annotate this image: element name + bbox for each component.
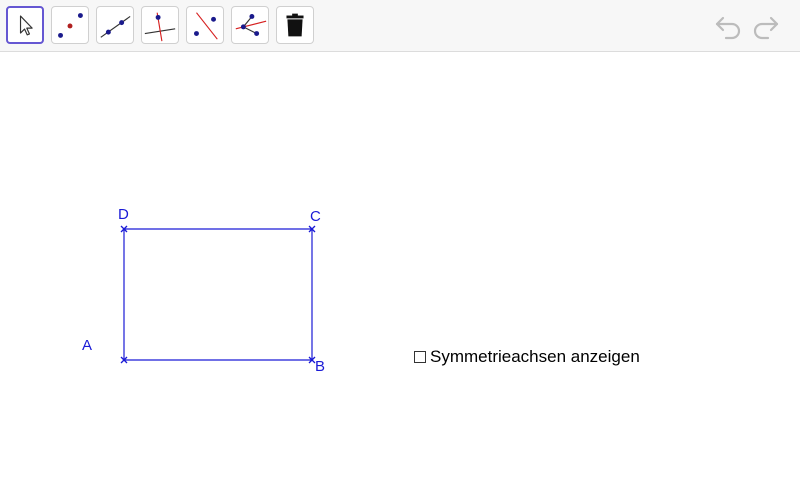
segment-tool-button[interactable] — [96, 6, 134, 44]
show-symmetry-axes-checkbox[interactable]: Symmetrieachsen anzeigen — [414, 347, 640, 367]
graphics-view[interactable]: A B C D — [0, 53, 800, 500]
move-tool-icon — [19, 15, 33, 36]
undo-icon — [715, 16, 741, 40]
point-tool-icon — [58, 13, 83, 38]
point-d-label: D — [118, 206, 129, 223]
point-tool-button[interactable] — [51, 6, 89, 44]
perpendicular-line-tool-icon — [144, 12, 176, 42]
toolbar — [0, 0, 800, 52]
segment-tool-icon — [100, 16, 131, 38]
point-c-label: C — [310, 208, 321, 225]
redo-icon — [753, 16, 779, 40]
point-b-label: B — [315, 358, 325, 375]
checkbox-box[interactable] — [414, 351, 426, 363]
perpendicular-line-tool-button[interactable] — [141, 6, 179, 44]
move-tool-button[interactable] — [6, 6, 44, 44]
delete-tool-button[interactable] — [276, 6, 314, 44]
redo-button[interactable] — [750, 12, 780, 40]
perpendicular-bisector-tool-button[interactable] — [186, 6, 224, 44]
point-a-label: A — [82, 337, 92, 354]
delete-tool-icon — [286, 13, 304, 37]
geometry-canvas[interactable]: A B C D — [0, 53, 800, 500]
angle-bisector-tool-button[interactable] — [231, 6, 269, 44]
undo-button[interactable] — [714, 12, 744, 40]
perpendicular-bisector-tool-icon — [194, 12, 218, 40]
checkbox-label: Symmetrieachsen anzeigen — [430, 347, 640, 366]
angle-bisector-tool-icon — [235, 14, 267, 36]
